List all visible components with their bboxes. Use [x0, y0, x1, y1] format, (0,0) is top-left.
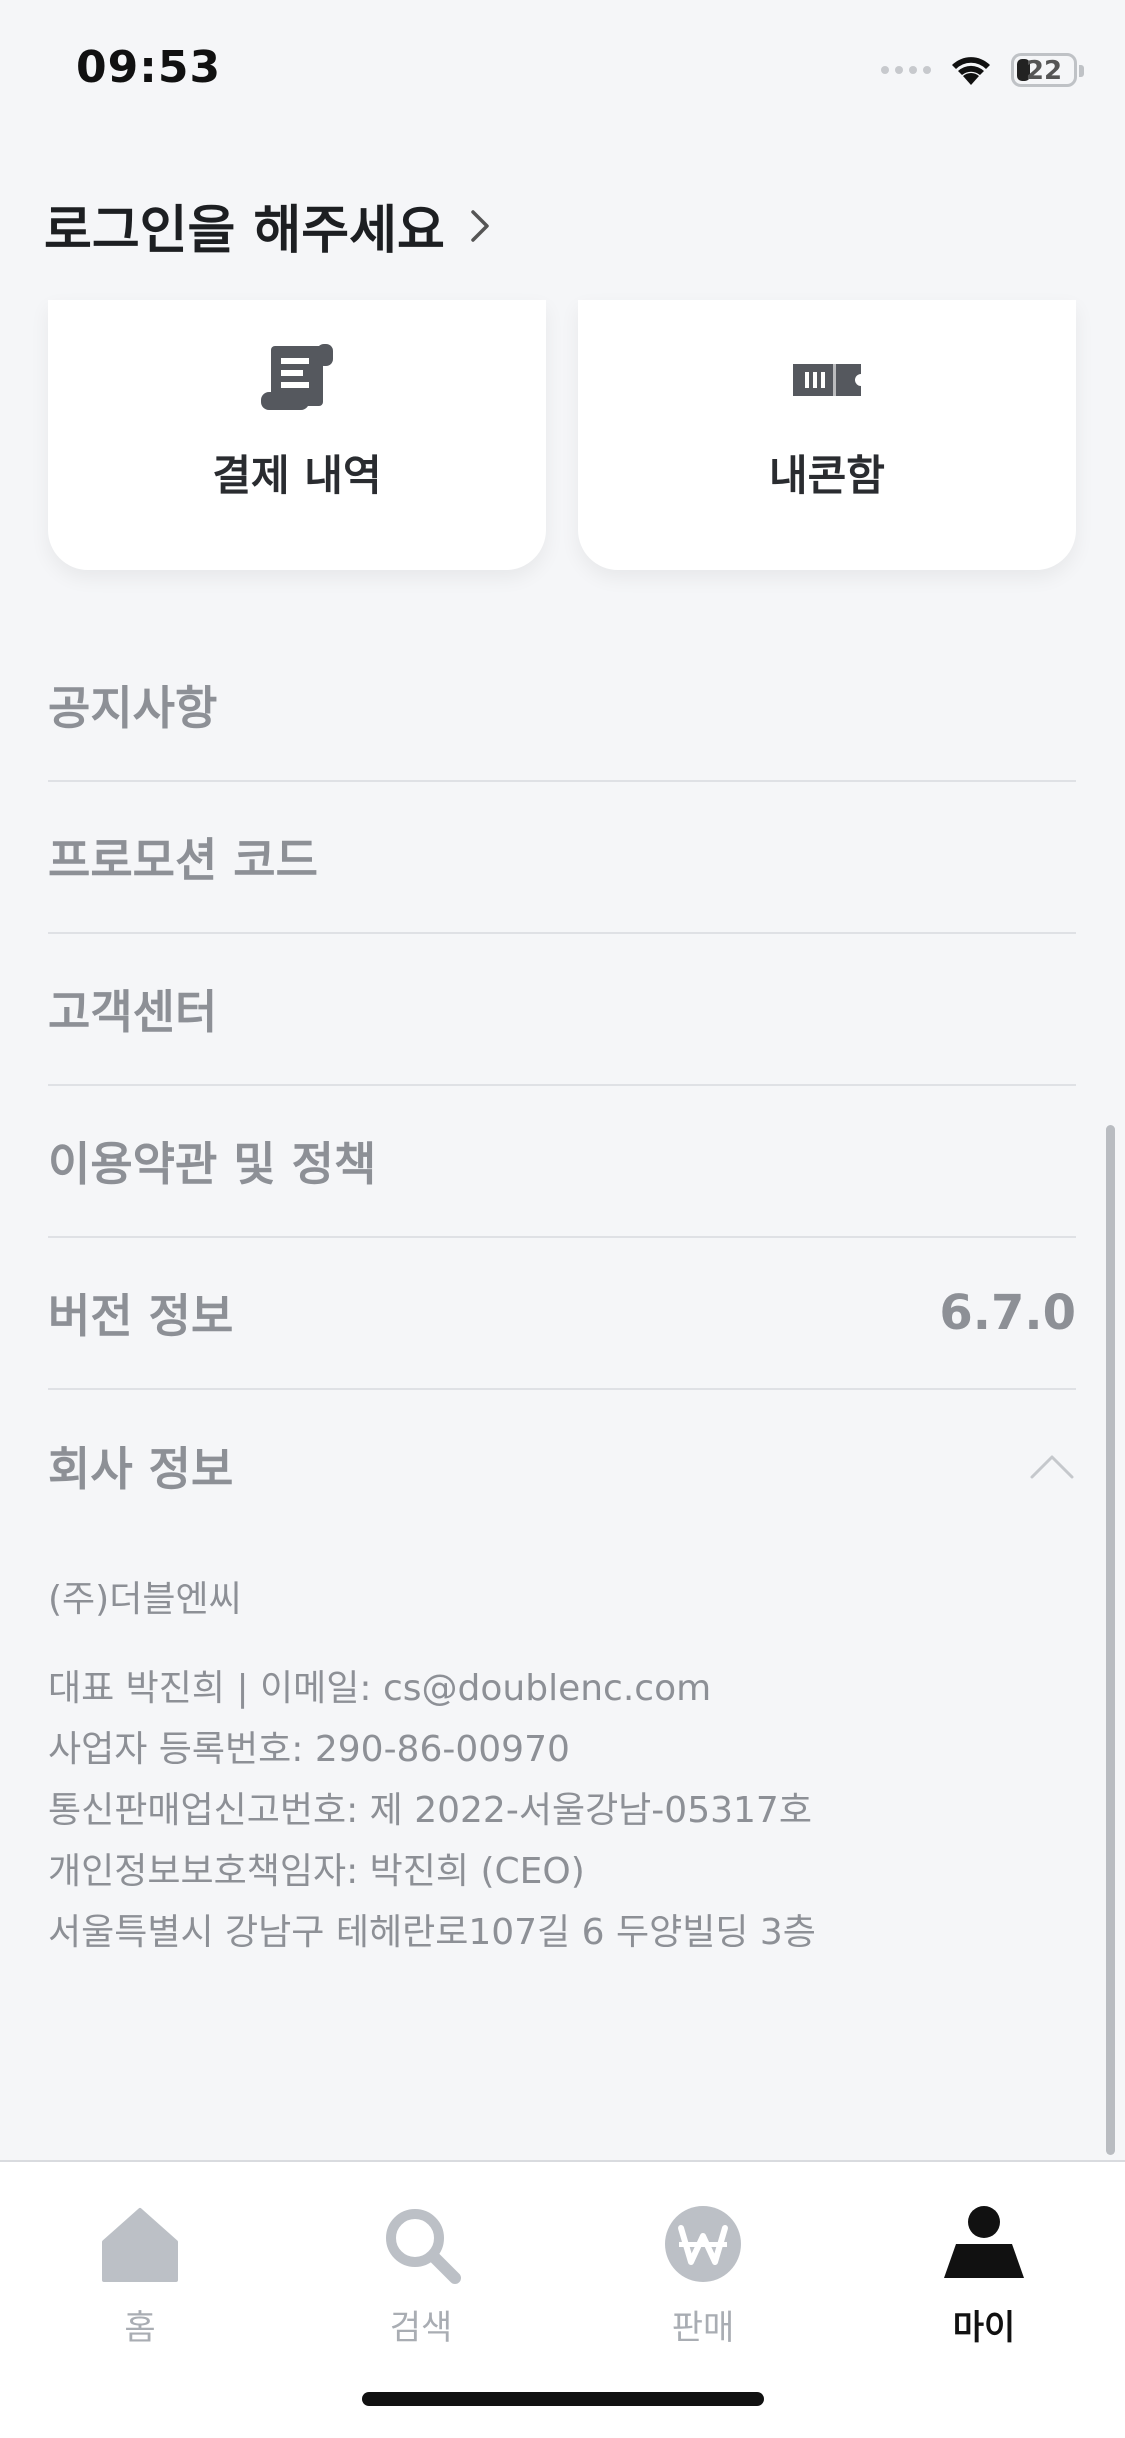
- tab-label: 판매: [671, 2308, 735, 2348]
- company-info-panel: (주)더블엔씨 대표 박진희 | 이메일: cs@doublenc.com 사업…: [48, 1570, 1076, 1963]
- tab-sell[interactable]: 판매: [603, 2202, 803, 2349]
- tab-home[interactable]: 홈: [40, 2202, 240, 2349]
- menu-item-label: 회사 정보: [48, 1442, 234, 1496]
- menu-item-notice[interactable]: 공지사항: [48, 630, 1076, 782]
- menu-item-label: 이용약관 및 정책: [48, 1137, 377, 1191]
- menu-item-promo-code[interactable]: 프로모션 코드: [48, 782, 1076, 934]
- ticket-icon: [793, 364, 861, 396]
- status-time: 09:53: [76, 42, 222, 93]
- menu-item-terms[interactable]: 이용약관 및 정책: [48, 1086, 1076, 1238]
- menu-item-customer-center[interactable]: 고객센터: [48, 934, 1076, 1086]
- coupon-box-label: 내콘함: [769, 451, 885, 500]
- scrollbar[interactable]: [1106, 1125, 1115, 2155]
- signal-dots-icon: [881, 66, 931, 74]
- chevron-right-icon: [471, 209, 489, 242]
- battery-icon: 22: [1011, 53, 1084, 87]
- company-info-line: 대표 박진희 | 이메일: cs@doublenc.com: [48, 1668, 712, 1709]
- wifi-icon: [952, 57, 990, 85]
- receipt-icon: [261, 344, 333, 410]
- company-info-line: 서울특별시 강남구 테헤란로107길 6 두양빌딩 3층: [48, 1912, 816, 1953]
- search-icon: [386, 2209, 461, 2284]
- tab-label: 홈: [124, 2308, 156, 2348]
- version-value: 6.7.0: [939, 1285, 1076, 1341]
- login-prompt-row[interactable]: 로그인을 해주세요: [44, 188, 501, 263]
- menu-item-label: 버전 정보: [48, 1289, 234, 1343]
- status-icons: 22: [881, 48, 1084, 92]
- menu-item-label: 공지사항: [48, 681, 218, 735]
- home-indicator: [362, 2392, 764, 2406]
- login-prompt[interactable]: 로그인을 해주세요: [44, 188, 445, 263]
- tab-label: 마이: [952, 2308, 1016, 2348]
- menu-item-label: 프로모션 코드: [48, 833, 318, 887]
- menu-item-version: 버전 정보 6.7.0: [48, 1238, 1076, 1390]
- menu-item-company-info[interactable]: 회사 정보: [48, 1390, 1076, 1542]
- menu-item-label: 고객센터: [48, 985, 218, 1039]
- company-info-line: 통신판매업신고번호: 제 2022-서울강남-05317호: [48, 1790, 812, 1831]
- person-icon: [944, 2206, 1024, 2278]
- home-icon: [102, 2208, 178, 2282]
- tab-search[interactable]: 검색: [321, 2202, 521, 2349]
- tab-my[interactable]: 마이: [884, 2202, 1084, 2349]
- tab-label: 검색: [389, 2308, 453, 2348]
- settings-menu: 공지사항 프로모션 코드 고객센터 이용약관 및 정책 버전 정보 6.7.0 …: [48, 630, 1076, 1542]
- company-name: (주)더블엔씨: [48, 1579, 242, 1620]
- company-info-line: 사업자 등록번호: 290-86-00970: [48, 1729, 570, 1770]
- coupon-box-card[interactable]: 내콘함: [578, 300, 1076, 570]
- chevron-up-icon[interactable]: [1028, 1451, 1076, 1481]
- payment-history-label: 결제 내역: [212, 451, 382, 500]
- company-info-line: 개인정보보호책임자: 박진희 (CEO): [48, 1851, 585, 1892]
- payment-history-card[interactable]: 결제 내역: [48, 300, 546, 570]
- won-icon: [665, 2206, 741, 2282]
- battery-level: 22: [1025, 56, 1063, 86]
